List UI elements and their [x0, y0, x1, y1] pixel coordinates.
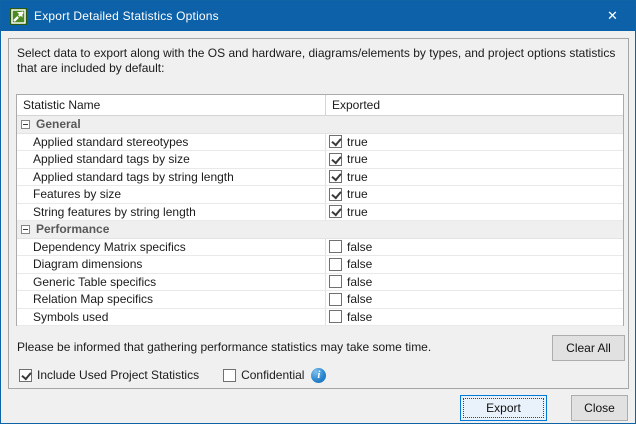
info-icon[interactable]: i: [311, 368, 326, 383]
statistic-name-cell: Applied standard stereotypes: [17, 135, 325, 149]
close-button[interactable]: Close: [571, 395, 628, 421]
confidential-label: Confidential: [241, 368, 304, 382]
statistic-name-cell: Applied standard tags by string length: [17, 170, 325, 184]
exported-cell: true: [325, 134, 623, 151]
exported-checkbox[interactable]: [329, 258, 342, 271]
export-button[interactable]: Export: [460, 395, 547, 421]
statistic-name-cell: Applied standard tags by size: [17, 152, 325, 166]
exported-value-label: false: [347, 275, 372, 289]
content-panel: Select data to export along with the OS …: [8, 38, 629, 389]
statistic-name-cell: Diagram dimensions: [17, 257, 325, 271]
exported-checkbox[interactable]: [329, 135, 342, 148]
exported-cell: false: [325, 309, 623, 326]
table-row[interactable]: Features by size true: [17, 186, 623, 204]
exported-cell: false: [325, 256, 623, 273]
confidential-option[interactable]: Confidential i: [223, 368, 326, 383]
clear-all-button[interactable]: Clear All: [552, 335, 625, 361]
table-body: GeneralApplied standard stereotypestrueA…: [17, 116, 623, 326]
exported-value-label: false: [347, 240, 372, 254]
statistic-name-cell: Features by size: [17, 187, 325, 201]
table-row[interactable]: Applied standard tags by string length tr…: [17, 169, 623, 187]
include-used-project-statistics-option[interactable]: Include Used Project Statistics: [19, 368, 199, 382]
include-used-project-statistics-checkbox[interactable]: [19, 369, 32, 382]
table-header: Statistic Name Exported: [17, 95, 623, 116]
table-group-row[interactable]: Performance: [17, 221, 623, 239]
exported-checkbox[interactable]: [329, 188, 342, 201]
exported-checkbox[interactable]: [329, 310, 342, 323]
exported-cell: false: [325, 291, 623, 308]
exported-checkbox[interactable]: [329, 275, 342, 288]
exported-checkbox[interactable]: [329, 170, 342, 183]
statistic-name-cell: String features by string length: [17, 205, 325, 219]
exported-cell: true: [325, 186, 623, 203]
exported-checkbox[interactable]: [329, 293, 342, 306]
table-row[interactable]: Diagram dimensions false: [17, 256, 623, 274]
options-row: Include Used Project Statistics Confiden…: [19, 367, 326, 383]
statistic-name-cell: Dependency Matrix specifics: [17, 240, 325, 254]
table-row[interactable]: Relation Map specifics false: [17, 291, 623, 309]
exported-cell: true: [325, 169, 623, 186]
statistic-name-cell: Relation Map specifics: [17, 292, 325, 306]
table-row[interactable]: Applied standard stereotypes true: [17, 134, 623, 152]
dialog-description: Select data to export along with the OS …: [17, 46, 619, 76]
table-row[interactable]: Generic Table specifics false: [17, 274, 623, 292]
include-used-project-statistics-label: Include Used Project Statistics: [37, 368, 199, 382]
statistic-name-cell: Generic Table specifics: [17, 275, 325, 289]
exported-checkbox[interactable]: [329, 240, 342, 253]
app-icon: [10, 8, 27, 25]
exported-value-label: false: [347, 310, 372, 324]
statistic-name-cell: Symbols used: [17, 310, 325, 324]
column-header-statistic-name[interactable]: Statistic Name: [17, 95, 325, 115]
close-icon[interactable]: ✕: [590, 1, 635, 31]
table-row[interactable]: Symbols used false: [17, 309, 623, 327]
exported-checkbox[interactable]: [329, 153, 342, 166]
group-name: Performance: [36, 222, 109, 236]
window-title: Export Detailed Statistics Options: [34, 9, 219, 23]
exported-cell: true: [325, 151, 623, 168]
group-name: General: [36, 117, 81, 131]
exported-value-label: true: [347, 170, 368, 184]
exported-value-label: true: [347, 135, 368, 149]
exported-cell: false: [325, 274, 623, 291]
exported-value-label: true: [347, 152, 368, 166]
exported-cell: true: [325, 204, 623, 221]
export-statistics-dialog: Export Detailed Statistics Options ✕ Sel…: [0, 0, 636, 424]
exported-checkbox[interactable]: [329, 205, 342, 218]
collapse-icon[interactable]: [21, 225, 30, 234]
confidential-checkbox[interactable]: [223, 369, 236, 382]
exported-value-label: true: [347, 187, 368, 201]
performance-note: Please be informed that gathering perfor…: [17, 340, 547, 354]
exported-value-label: false: [347, 257, 372, 271]
statistics-table[interactable]: Statistic Name Exported General Applied s…: [16, 94, 624, 326]
exported-value-label: true: [347, 205, 368, 219]
table-row[interactable]: Dependency Matrix specifics false: [17, 239, 623, 257]
table-row[interactable]: String features by string length true: [17, 204, 623, 222]
titlebar[interactable]: Export Detailed Statistics Options ✕: [1, 1, 635, 31]
exported-cell: false: [325, 239, 623, 256]
column-header-exported[interactable]: Exported: [325, 95, 623, 115]
exported-value-label: false: [347, 292, 372, 306]
table-group-row[interactable]: General: [17, 116, 623, 134]
table-row[interactable]: Applied standard tags by size true: [17, 151, 623, 169]
collapse-icon[interactable]: [21, 120, 30, 129]
